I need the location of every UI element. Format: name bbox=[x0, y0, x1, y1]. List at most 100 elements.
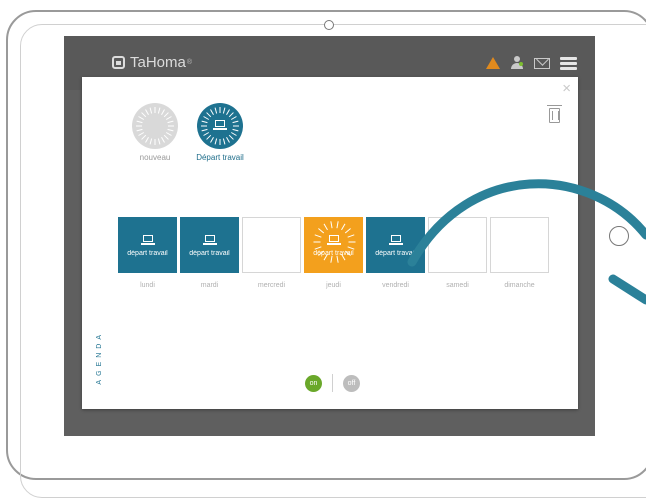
ray-line bbox=[314, 234, 322, 238]
ray-line bbox=[336, 221, 339, 229]
on-off-toggle: on off bbox=[305, 374, 360, 392]
scenario-new-label: nouveau bbox=[139, 153, 171, 162]
ray-line bbox=[157, 107, 161, 114]
ray-line bbox=[228, 112, 234, 118]
day-jeudi[interactable]: départ travail jeudi bbox=[304, 217, 363, 289]
scenario-new-circle[interactable] bbox=[132, 103, 178, 149]
trash-icon[interactable] bbox=[547, 105, 562, 123]
agenda-panel: × nouveau Départ travail départ travail … bbox=[82, 77, 578, 409]
ray-line bbox=[163, 134, 169, 140]
ray-line bbox=[206, 134, 212, 140]
day-dimanche[interactable]: dimanche bbox=[490, 217, 549, 289]
ray-line bbox=[163, 112, 169, 118]
ray-line bbox=[201, 128, 208, 132]
laptop-icon bbox=[327, 235, 341, 247]
ray-line bbox=[203, 132, 209, 136]
day-label: jeudi bbox=[326, 282, 341, 289]
day-slot[interactable] bbox=[428, 217, 487, 273]
ray-line bbox=[138, 116, 144, 120]
tahoma-logo[interactable]: TaHoma ® bbox=[112, 54, 192, 71]
day-label: mercredi bbox=[257, 282, 286, 289]
day-slot[interactable]: départ travail bbox=[366, 217, 425, 273]
ray-line bbox=[231, 132, 237, 136]
user-icon[interactable] bbox=[510, 56, 524, 70]
close-icon[interactable]: × bbox=[562, 81, 571, 96]
mail-icon[interactable] bbox=[534, 57, 550, 69]
rays-icon bbox=[136, 107, 174, 145]
day-label: lundi bbox=[140, 282, 155, 289]
slot-scenario: départ travail bbox=[313, 250, 354, 257]
ray-line bbox=[166, 116, 172, 120]
ray-line bbox=[138, 132, 144, 136]
day-slot[interactable]: départ travail bbox=[180, 217, 239, 273]
ray-line bbox=[141, 112, 147, 118]
ray-line bbox=[145, 137, 149, 143]
ray-line bbox=[167, 120, 174, 124]
ray-line bbox=[201, 120, 208, 124]
day-mardi[interactable]: départ travail mardi bbox=[180, 217, 239, 289]
laptop-icon bbox=[203, 235, 217, 247]
ray-line bbox=[210, 109, 214, 115]
ray-line bbox=[347, 234, 355, 238]
ray-line bbox=[157, 138, 161, 145]
ray-line bbox=[344, 228, 351, 234]
status-dot bbox=[519, 62, 523, 66]
ray-line bbox=[232, 120, 239, 124]
slot-scenario: départ travail bbox=[127, 250, 168, 257]
scenario-new[interactable]: nouveau bbox=[120, 103, 190, 162]
ray-line bbox=[232, 128, 239, 132]
laptop-icon bbox=[389, 235, 403, 247]
day-slot[interactable]: départ travail bbox=[118, 217, 177, 273]
day-slot[interactable]: départ travail bbox=[304, 217, 363, 273]
slot-scenario: départ travail bbox=[189, 250, 230, 257]
ray-line bbox=[136, 120, 143, 124]
ray-line bbox=[149, 107, 153, 114]
ray-line bbox=[226, 109, 230, 115]
ray-line bbox=[166, 132, 172, 136]
ray-line bbox=[206, 112, 212, 118]
off-button[interactable]: off bbox=[343, 374, 360, 392]
ray-line bbox=[314, 246, 322, 250]
scenario-active-circle[interactable] bbox=[197, 103, 243, 149]
scenario-depart-travail[interactable]: Départ travail bbox=[185, 103, 255, 162]
ray-line bbox=[347, 246, 355, 250]
warning-icon[interactable] bbox=[486, 57, 500, 69]
agenda-title: AGENDA bbox=[96, 331, 103, 385]
on-button[interactable]: on bbox=[305, 374, 322, 392]
laptop-icon bbox=[141, 235, 155, 247]
ray-line bbox=[222, 138, 226, 145]
menu-icon[interactable] bbox=[560, 56, 577, 70]
agenda-label: AGENDA bbox=[94, 331, 104, 385]
ray-line bbox=[161, 137, 165, 143]
day-samedi[interactable]: samedi bbox=[428, 217, 487, 289]
ray-line bbox=[167, 128, 174, 132]
ray-line bbox=[214, 107, 218, 114]
toggle-divider bbox=[332, 374, 333, 392]
slot-scenario: départ travail bbox=[375, 250, 416, 257]
ray-line bbox=[145, 109, 149, 115]
ray-line bbox=[231, 116, 237, 120]
ray-line bbox=[222, 107, 226, 114]
day-label: vendredi bbox=[382, 282, 409, 289]
week-days: départ travail lundi départ travail mard… bbox=[118, 217, 549, 289]
day-lundi[interactable]: départ travail lundi bbox=[118, 217, 177, 289]
ray-line bbox=[203, 116, 209, 120]
ray-line bbox=[149, 138, 153, 145]
day-slot[interactable] bbox=[490, 217, 549, 273]
day-vendredi[interactable]: départ travail vendredi bbox=[366, 217, 425, 289]
ray-line bbox=[330, 221, 333, 229]
ray-line bbox=[214, 138, 218, 145]
ray-line bbox=[141, 134, 147, 140]
laptop-icon bbox=[213, 120, 227, 132]
ray-line bbox=[161, 109, 165, 115]
ray-line bbox=[226, 137, 230, 143]
camera-icon bbox=[324, 20, 334, 30]
home-button[interactable] bbox=[609, 226, 629, 246]
ray-line bbox=[228, 134, 234, 140]
day-slot[interactable] bbox=[242, 217, 301, 273]
house-icon bbox=[112, 56, 125, 69]
brand-name: TaHoma bbox=[130, 54, 186, 71]
day-label: dimanche bbox=[504, 282, 535, 289]
day-mercredi[interactable]: mercredi bbox=[242, 217, 301, 289]
scenario-active-label: Départ travail bbox=[196, 153, 244, 162]
